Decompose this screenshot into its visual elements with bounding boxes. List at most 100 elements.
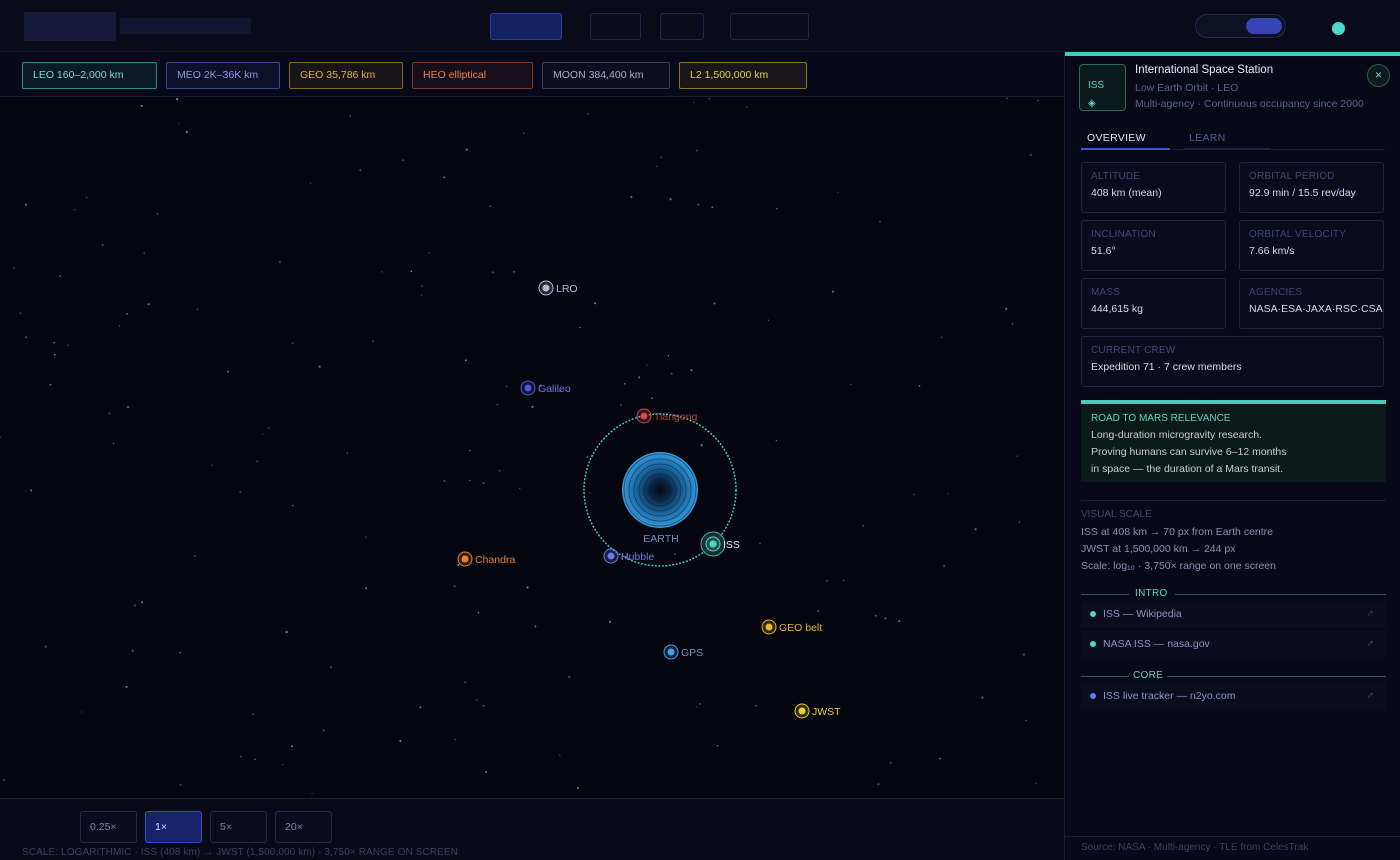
satellite-icon: ◈ [1088, 98, 1096, 109]
view-toggle[interactable] [1195, 14, 1286, 38]
stat-value: 51.6° [1091, 245, 1116, 257]
link-nasa-iss[interactable]: NASA ISS — nasa.gov ↗ [1081, 631, 1386, 657]
object-label: ISS [723, 539, 740, 551]
star [410, 270, 413, 273]
nav-button-4[interactable] [730, 13, 809, 40]
nav-button-2[interactable] [590, 13, 641, 40]
object-gps[interactable]: GPS [663, 644, 703, 660]
orbit-chip-heo[interactable]: HEO elliptical [412, 62, 533, 89]
star [282, 764, 284, 766]
orbit-chip-leo[interactable]: LEO 160–2,000 km [22, 62, 157, 89]
object-marker-dot [798, 707, 806, 715]
star [918, 385, 921, 387]
star [292, 504, 294, 507]
link-iss-wikipedia[interactable]: ISS — Wikipedia ↗ [1081, 601, 1386, 627]
star [874, 614, 877, 617]
object-jwst[interactable]: JWST [794, 703, 841, 719]
tab-active-indicator [1081, 148, 1170, 150]
tab-learn[interactable]: LEARN [1189, 132, 1226, 144]
stat-label: ALTITUDE [1091, 171, 1141, 182]
tab-inactive-indicator [1184, 148, 1270, 150]
star [140, 104, 143, 107]
link-iss-live-tracker[interactable]: ISS live tracker — n2yo.com ↗ [1081, 683, 1386, 709]
star [670, 372, 673, 375]
top-bar [0, 0, 1400, 52]
panel-tabs: OVERVIEW LEARN [1081, 132, 1385, 150]
zoom-0-25x-button[interactable]: 0.25× [80, 811, 137, 843]
satellite-badge: ISS ◈ [1079, 64, 1126, 111]
star [947, 493, 949, 495]
object-label: Chandra [475, 554, 515, 566]
object-marker-dot [542, 284, 550, 292]
star [513, 271, 515, 273]
star [656, 165, 658, 168]
star [889, 761, 892, 764]
object-geo-belt[interactable]: GEO belt [761, 619, 822, 635]
object-hubble[interactable]: Hubble [603, 548, 654, 564]
stat-value: Expedition 71 · 7 crew members [1091, 361, 1242, 373]
star [240, 755, 242, 758]
zoom-5x-button[interactable]: 5× [210, 811, 267, 843]
link-text: NASA ISS — nasa.gov [1103, 638, 1210, 650]
star [268, 427, 270, 429]
star [464, 359, 467, 362]
panel-accent-bar [1065, 52, 1400, 56]
satellite-orbit: Low Earth Orbit · LEO [1135, 82, 1239, 94]
zoom-1x-button[interactable]: 1× [145, 811, 202, 843]
star [1025, 719, 1027, 722]
star [759, 542, 761, 544]
star [576, 787, 579, 789]
star [699, 703, 701, 705]
star [118, 325, 121, 327]
star [943, 565, 945, 567]
star [346, 452, 349, 454]
star [19, 312, 22, 315]
star [141, 601, 144, 604]
star [74, 209, 76, 211]
stat-label: CURRENT CREW [1091, 345, 1176, 356]
star [884, 617, 887, 620]
section-core-header: CORE [1081, 670, 1386, 682]
star [464, 681, 467, 684]
object-label: Hubble [621, 551, 654, 563]
star [262, 433, 264, 435]
star [419, 706, 422, 709]
star [522, 132, 525, 135]
link-text: ISS live tracker — n2yo.com [1103, 690, 1236, 702]
object-lro[interactable]: LRO [538, 280, 578, 296]
satellite-meta: Multi-agency · Continuous occupancy sinc… [1135, 98, 1364, 110]
star [3, 778, 5, 781]
nav-button-1[interactable] [490, 13, 562, 40]
stat-orbital-velocity: ORBITAL VELOCITY 7.66 km/s [1239, 220, 1384, 271]
object-iss[interactable]: ISS [700, 531, 740, 557]
orbit-chip-l2[interactable]: L2 1,500,000 km [679, 62, 807, 89]
star [278, 261, 281, 264]
star [568, 675, 571, 679]
orbit-map[interactable]: EARTH LRO Galileo Tiangong ISS Hubble Chandra… [0, 97, 1064, 798]
star [489, 205, 492, 208]
object-label: JWST [812, 706, 841, 718]
star [482, 482, 485, 485]
star [227, 370, 230, 373]
nav-button-3[interactable] [660, 13, 704, 40]
object-tiangong[interactable]: Tiangong [636, 408, 698, 424]
orbit-chip-geo[interactable]: GEO 35,786 km [289, 62, 403, 89]
star [101, 244, 104, 247]
object-galileo[interactable]: Galileo [520, 380, 571, 396]
star [534, 625, 537, 628]
orbit-chip-meo[interactable]: MEO 2K–36K km [166, 62, 280, 89]
star [291, 342, 294, 344]
external-link-icon: ↗ [1366, 638, 1374, 648]
stat-inclination: INCLINATION 51.6° [1081, 220, 1226, 271]
zoom-20x-button[interactable]: 20× [275, 811, 332, 843]
close-icon[interactable]: ✕ [1367, 64, 1390, 87]
star [1006, 97, 1008, 100]
object-chandra[interactable]: Chandra [457, 551, 515, 567]
orbit-map-canvas[interactable]: EARTH LRO Galileo Tiangong ISS Hubble Chandra… [0, 97, 1064, 798]
star [399, 739, 402, 742]
object-marker-dot [461, 555, 469, 563]
orbit-chip-moon[interactable]: MOON 384,400 km [542, 62, 670, 89]
external-link-icon: ↗ [1366, 690, 1374, 700]
star [620, 404, 622, 406]
tab-overview[interactable]: OVERVIEW [1087, 132, 1146, 144]
